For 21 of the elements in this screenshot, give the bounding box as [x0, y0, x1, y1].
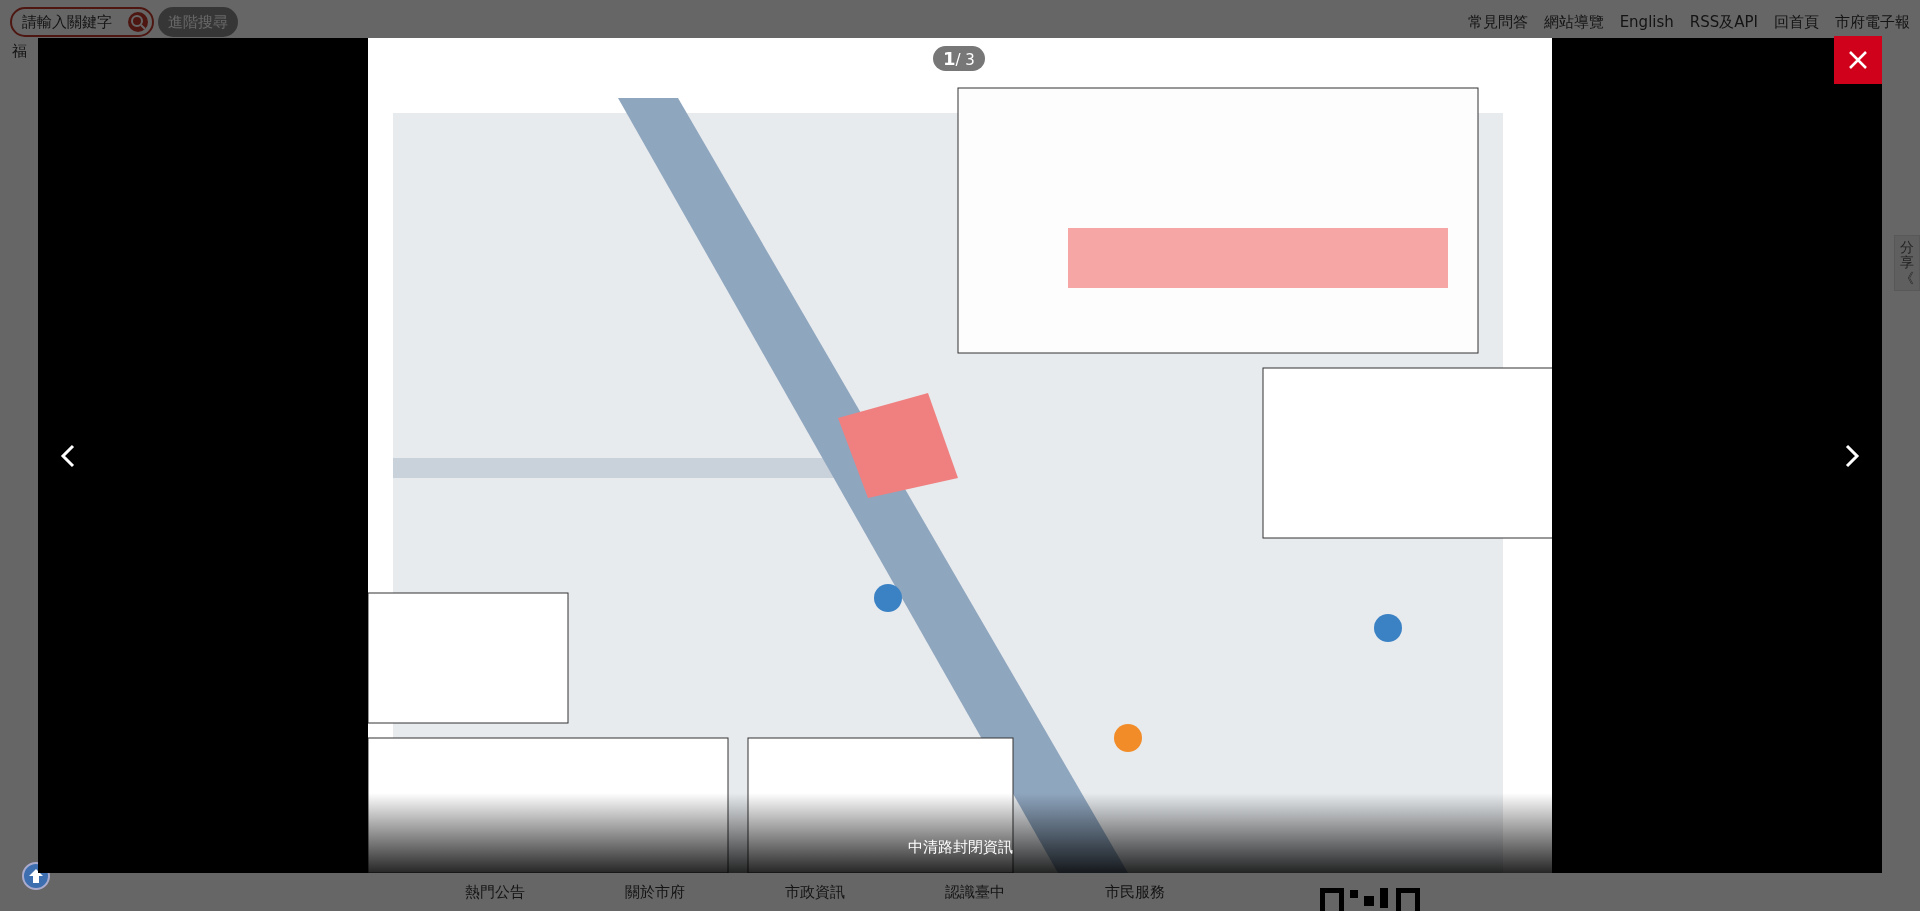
chevron-left-icon[interactable] — [60, 444, 76, 468]
image-caption: 中清路封閉資訊 — [907, 838, 1013, 857]
footer-link[interactable]: 認識臺中 — [945, 882, 1005, 902]
header-link[interactable]: English — [1619, 12, 1674, 32]
header-link[interactable]: 網站導覽 — [1543, 12, 1604, 32]
header-link[interactable]: 市府電子報 — [1835, 12, 1910, 32]
header-link[interactable]: 常見問答 — [1467, 12, 1528, 32]
footer-link[interactable]: 市民服務 — [1105, 882, 1165, 902]
chevron-right-icon[interactable] — [1844, 444, 1860, 468]
footer-link[interactable]: 關於市府 — [625, 882, 685, 902]
header-link[interactable]: 回首頁 — [1774, 12, 1819, 32]
header-link[interactable]: RSS及API — [1689, 12, 1758, 32]
share-tab[interactable]: 分享 《 — [1894, 235, 1920, 292]
search-field[interactable]: 請輸入關鍵字 — [10, 7, 154, 37]
footer-link[interactable]: 熱門公告 — [465, 882, 525, 902]
footer-link[interactable]: 市政資訊 — [785, 882, 845, 902]
image-counter: 1/ 3 — [933, 46, 985, 71]
menu-link[interactable]: 福 — [12, 42, 27, 61]
close-icon[interactable] — [1848, 50, 1868, 70]
search-icon[interactable] — [127, 11, 149, 33]
close-button[interactable] — [1834, 36, 1882, 84]
